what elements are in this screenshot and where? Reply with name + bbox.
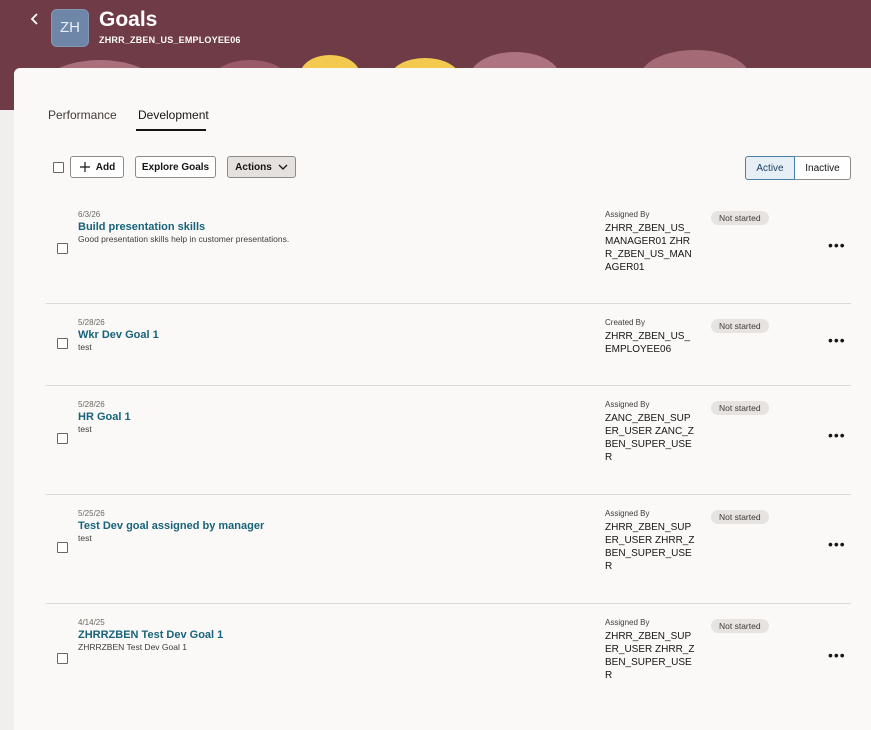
goals-panel: Performance Development Add Explore Goal… <box>14 68 871 730</box>
more-actions-icon[interactable]: ••• <box>828 333 846 347</box>
actions-menu-button[interactable]: Actions <box>227 156 296 178</box>
more-actions-icon[interactable]: ••• <box>828 238 846 252</box>
active-tab-indicator <box>136 129 206 131</box>
actions-label: Actions <box>235 161 272 173</box>
assigned-label: Assigned By <box>605 400 650 409</box>
goal-title-link[interactable]: Build presentation skills <box>78 221 205 233</box>
employee-name: ZHRR_ZBEN_US_EMPLOYEE06 <box>99 35 241 45</box>
explore-goals-label: Explore Goals <box>141 161 210 173</box>
filter-inactive-label: Inactive <box>805 162 840 174</box>
plus-icon <box>79 162 90 172</box>
tab-performance[interactable]: Performance <box>48 108 117 122</box>
goal-date: 4/14/25 <box>78 618 105 627</box>
goal-checkbox[interactable] <box>57 433 68 444</box>
goal-date: 5/25/26 <box>78 509 105 518</box>
tab-development[interactable]: Development <box>138 108 209 122</box>
assigned-value: ZHRR_ZBEN_US_MANAGER01 ZHRR_ZBEN_US_MANA… <box>605 223 692 273</box>
goal-row[interactable]: 6/3/26 Build presentation skills Good pr… <box>46 196 851 304</box>
chevron-down-icon <box>278 164 288 170</box>
goal-date: 5/28/26 <box>78 400 105 409</box>
select-all-checkbox[interactable] <box>53 162 64 173</box>
goal-title-link[interactable]: Wkr Dev Goal 1 <box>78 329 159 341</box>
goal-row[interactable]: 5/28/26 Wkr Dev Goal 1 test Created By Z… <box>46 304 851 386</box>
goal-date: 6/3/26 <box>78 210 101 219</box>
goal-date: 5/28/26 <box>78 318 105 327</box>
assigned-label: Assigned By <box>605 618 650 627</box>
assigned-value: ZANC_ZBEN_SUPER_USER ZANC_ZBEN_SUPER_USE… <box>605 413 694 463</box>
status-badge: Not started <box>711 510 769 524</box>
goal-description: ZHRRZBEN Test Dev Goal 1 <box>78 642 187 652</box>
page-title: Goals <box>99 8 158 31</box>
add-button[interactable]: Add <box>70 156 124 178</box>
goal-checkbox[interactable] <box>57 542 68 553</box>
goal-description: test <box>78 342 92 352</box>
goal-description: test <box>78 424 92 434</box>
goal-row[interactable]: 4/14/25 ZHRRZBEN Test Dev Goal 1 ZHRRZBE… <box>46 604 851 712</box>
filter-active-label: Active <box>756 162 784 174</box>
back-button[interactable] <box>24 8 46 30</box>
goal-row[interactable]: 5/28/26 HR Goal 1 test Assigned By ZANC_… <box>46 386 851 495</box>
add-button-label: Add <box>95 161 116 173</box>
assigned-value: ZHRR_ZBEN_US_EMPLOYEE06 <box>605 331 691 355</box>
status-badge: Not started <box>711 319 769 333</box>
more-actions-icon[interactable]: ••• <box>828 648 846 662</box>
goal-title-link[interactable]: Test Dev goal assigned by manager <box>78 520 264 532</box>
assigned-label: Assigned By <box>605 509 650 518</box>
goal-title-link[interactable]: ZHRRZBEN Test Dev Goal 1 <box>78 629 223 641</box>
goal-checkbox[interactable] <box>57 338 68 349</box>
goal-checkbox[interactable] <box>57 243 68 254</box>
explore-goals-button[interactable]: Explore Goals <box>135 156 216 178</box>
status-badge: Not started <box>711 619 769 633</box>
filter-active-button[interactable]: Active <box>745 156 795 180</box>
goal-checkbox[interactable] <box>57 653 68 664</box>
goal-description: test <box>78 533 92 543</box>
goal-description: Good presentation skills help in custome… <box>78 234 290 244</box>
goal-row[interactable]: 5/25/26 Test Dev goal assigned by manage… <box>46 495 851 604</box>
avatar: ZH <box>51 9 89 47</box>
assigned-label: Created By <box>605 318 646 327</box>
assigned-label: Assigned By <box>605 210 650 219</box>
filter-inactive-button[interactable]: Inactive <box>795 156 851 180</box>
status-badge: Not started <box>711 211 769 225</box>
goal-title-link[interactable]: HR Goal 1 <box>78 411 131 423</box>
more-actions-icon[interactable]: ••• <box>828 428 846 442</box>
assigned-value: ZHRR_ZBEN_SUPER_USER ZHRR_ZBEN_SUPER_USE… <box>605 631 695 681</box>
status-badge: Not started <box>711 401 769 415</box>
chevron-left-icon <box>30 13 38 25</box>
assigned-value: ZHRR_ZBEN_SUPER_USER ZHRR_ZBEN_SUPER_USE… <box>605 522 695 572</box>
more-actions-icon[interactable]: ••• <box>828 537 846 551</box>
